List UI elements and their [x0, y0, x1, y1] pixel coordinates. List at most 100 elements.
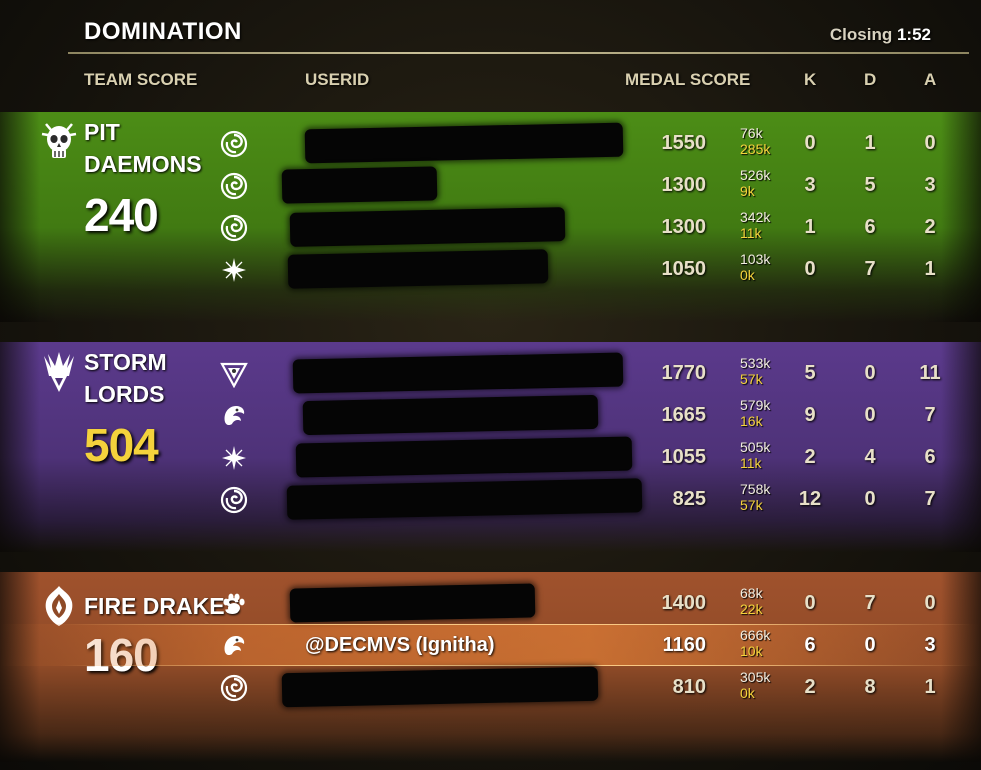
player-row-self[interactable]: @DECMVS (Ignitha) 1160 666k 10k 6 0 3: [0, 624, 981, 666]
medal-score: 1300: [661, 216, 707, 238]
redacted-userid: [289, 207, 566, 247]
kills: 2: [804, 446, 816, 468]
player-row[interactable]: 1300 342k 11k 1 6 2: [0, 206, 981, 248]
kills: 0: [804, 258, 816, 280]
redacted-userid: [289, 583, 536, 623]
player-row[interactable]: 1550 76k 285k 0 1 0: [0, 122, 981, 164]
player-row[interactable]: 825 758k 57k 12 0 7: [0, 478, 981, 520]
damage-done: 533k: [740, 355, 771, 371]
damage-done: 526k: [740, 167, 771, 183]
game-mode-title: DOMINATION: [84, 18, 242, 45]
team-panel-storm-lords: STORM LORDS 504 1770 533k 57k 5 0 11 166…: [0, 342, 981, 552]
header-medal-score: MEDAL SCORE: [625, 70, 751, 89]
dragonknight-swirl-icon: [220, 486, 248, 514]
damage-done: 579k: [740, 397, 771, 413]
deaths: 0: [864, 404, 876, 426]
healing-done: 0k: [740, 685, 755, 701]
damage-done: 758k: [740, 481, 771, 497]
redacted-userid: [302, 394, 599, 436]
damage-done: 666k: [740, 627, 771, 643]
redacted-userid: [287, 249, 549, 289]
healing-done: 22k: [740, 601, 763, 617]
deaths: 8: [864, 676, 876, 698]
dragonknight-swirl-icon: [220, 214, 248, 242]
damage-done: 103k: [740, 251, 771, 267]
healing-done: 285k: [740, 141, 771, 157]
assists: 3: [924, 634, 936, 656]
damage-done: 305k: [740, 669, 771, 685]
header-team-score: TEAM SCORE: [84, 70, 198, 89]
kills: 9: [804, 404, 816, 426]
redacted-userid: [304, 122, 624, 164]
kills: 5: [804, 362, 816, 384]
closing-timer: Closing 1:52: [830, 25, 931, 45]
header-assists: A: [924, 70, 937, 89]
damage-done: 76k: [740, 125, 763, 141]
redacted-userid: [292, 352, 624, 394]
nightblade-star-icon: [220, 256, 248, 284]
assists: 1: [924, 676, 936, 698]
redacted-userid: [281, 666, 599, 708]
match-title-bar: DOMINATION Closing 1:52: [0, 0, 981, 54]
player-row[interactable]: 810 305k 0k 2 8 1: [0, 666, 981, 708]
team-panel-fire-drakes: FIRE DRAKES 160 1400 68k 22k 0 7 0 @DECM…: [0, 572, 981, 762]
medal-score: 1550: [661, 132, 707, 154]
medal-score: 825: [672, 488, 706, 510]
player-row[interactable]: 1055 505k 11k 2 4 6: [0, 436, 981, 478]
kills: 6: [804, 634, 816, 656]
team-panel-pit-daemons: PIT DAEMONS 240 1550 76k 285k 0 1 0 1300…: [0, 112, 981, 322]
assists: 0: [924, 592, 936, 614]
deaths: 0: [864, 362, 876, 384]
healing-done: 11k: [740, 225, 762, 241]
dragonknight-swirl-icon: [220, 130, 248, 158]
healing-done: 9k: [740, 183, 755, 199]
player-row[interactable]: 1050 103k 0k 0 7 1: [0, 248, 981, 290]
healing-done: 10k: [740, 643, 763, 659]
assists: 11: [919, 362, 941, 384]
medal-score: 1300: [661, 174, 707, 196]
redacted-userid: [281, 166, 438, 204]
medal-score: 1050: [661, 258, 707, 280]
assists: 1: [924, 258, 936, 280]
assists: 7: [924, 404, 936, 426]
assists: 0: [924, 132, 936, 154]
deaths: 7: [864, 592, 876, 614]
medal-score: 1770: [661, 362, 707, 384]
header-userid: USERID: [305, 70, 370, 89]
player-row[interactable]: 1665 579k 16k 9 0 7: [0, 394, 981, 436]
damage-done: 342k: [740, 209, 771, 225]
paw-print-icon: [220, 590, 248, 618]
redacted-userid: [286, 478, 643, 520]
assists: 6: [924, 446, 936, 468]
medal-score: 1665: [661, 404, 707, 426]
sorcerer-triangle-icon: [220, 360, 248, 388]
player-row[interactable]: 1300 526k 9k 3 5 3: [0, 164, 981, 206]
dragon-head-icon: [220, 632, 248, 660]
header-kills: K: [804, 70, 817, 89]
deaths: 0: [864, 634, 876, 656]
healing-done: 16k: [740, 413, 763, 429]
kills: 12: [798, 488, 822, 510]
closing-label: Closing: [829, 25, 893, 44]
medal-score: 810: [672, 676, 706, 698]
deaths: 1: [864, 132, 876, 154]
medal-score: 1400: [661, 592, 707, 614]
deaths: 6: [864, 216, 876, 238]
damage-done: 505k: [740, 439, 771, 455]
column-headers: TEAM SCORE USERID MEDAL SCORE K D A: [0, 70, 981, 92]
healing-done: 57k: [740, 497, 763, 513]
player-row[interactable]: 1400 68k 22k 0 7 0: [0, 582, 981, 624]
kills: 1: [804, 216, 816, 238]
closing-time: 1:52: [896, 25, 931, 44]
title-divider: [68, 52, 969, 54]
assists: 3: [924, 174, 936, 196]
kills: 3: [804, 174, 816, 196]
medal-score: 1055: [661, 446, 707, 468]
damage-done: 68k: [740, 585, 763, 601]
deaths: 0: [864, 488, 876, 510]
kills: 2: [804, 676, 816, 698]
medal-score: 1160: [662, 634, 706, 656]
healing-done: 0k: [740, 267, 755, 283]
player-row[interactable]: 1770 533k 57k 5 0 11: [0, 352, 981, 394]
dragonknight-swirl-icon: [220, 674, 248, 702]
